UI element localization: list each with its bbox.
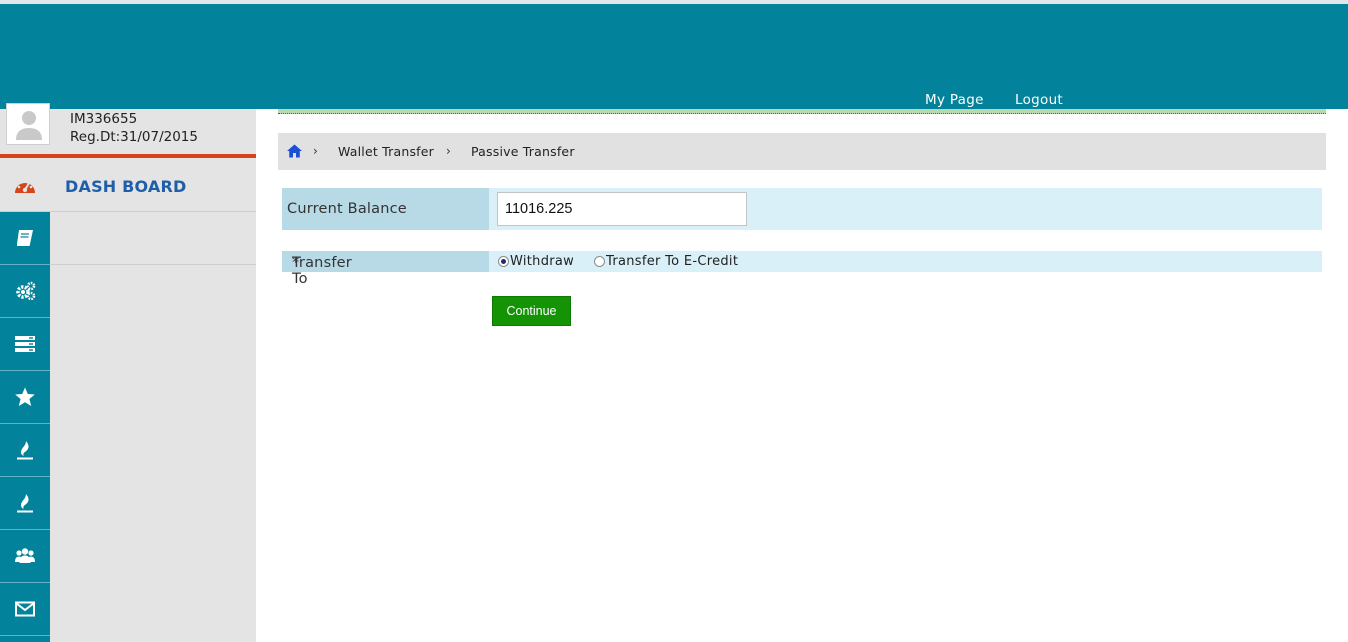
star-icon bbox=[15, 387, 35, 406]
top-header: My Page Logout bbox=[0, 4, 1348, 109]
sidebar-item-blank bbox=[50, 212, 256, 265]
transfer-to-label-text: Transfer To bbox=[292, 255, 352, 287]
dashboard-label: DASH BOARD bbox=[65, 177, 187, 196]
envelope-icon bbox=[15, 601, 35, 617]
withdraw-radio[interactable] bbox=[498, 256, 509, 267]
sidebar-item-fire-1[interactable] bbox=[0, 424, 50, 477]
withdraw-option-label[interactable]: Withdraw bbox=[510, 254, 574, 269]
current-balance-label-cell: Current Balance bbox=[282, 188, 489, 230]
breadcrumb-passive-transfer: Passive Transfer bbox=[471, 144, 575, 159]
required-asterisk: * bbox=[292, 255, 300, 271]
user-id: IM336655 bbox=[70, 111, 138, 127]
breadcrumb-wallet-transfer[interactable]: Wallet Transfer bbox=[338, 144, 434, 159]
current-balance-row: Current Balance bbox=[282, 188, 1322, 230]
transfer-to-row: Transfer To * Withdraw Transfer To E-Cred… bbox=[282, 251, 1322, 287]
sidebar: IM336655 Reg.Dt:31/07/2015 DASH BOARD bbox=[0, 103, 256, 642]
breadcrumb-separator: › bbox=[446, 144, 451, 158]
sidebar-item-settings[interactable] bbox=[0, 265, 50, 318]
sidebar-item-book[interactable] bbox=[0, 212, 50, 265]
current-balance-label: Current Balance bbox=[287, 201, 407, 217]
sidebar-item-star[interactable] bbox=[0, 371, 50, 424]
sidebar-item-fire-2[interactable] bbox=[0, 477, 50, 530]
user-info: IM336655 Reg.Dt:31/07/2015 bbox=[0, 103, 256, 154]
breadcrumb: › Wallet Transfer › Passive Transfer bbox=[278, 133, 1326, 170]
gears-icon bbox=[16, 281, 36, 301]
current-balance-field[interactable] bbox=[497, 192, 747, 226]
transfer-to-label-cell: Transfer To * bbox=[282, 251, 489, 287]
book-icon bbox=[17, 230, 33, 246]
sidebar-item-dashboard[interactable]: DASH BOARD bbox=[0, 158, 256, 212]
sidebar-item-users[interactable] bbox=[0, 530, 50, 583]
dashboard-icon bbox=[15, 179, 35, 193]
my-page-link[interactable]: My Page bbox=[925, 92, 984, 108]
sidebar-item-server[interactable] bbox=[0, 318, 50, 371]
sidebar-icon-column bbox=[0, 212, 50, 642]
avatar bbox=[6, 103, 50, 145]
continue-button[interactable]: Continue bbox=[492, 296, 571, 326]
transfer-e-credit-option-label[interactable]: Transfer To E-Credit bbox=[606, 254, 738, 269]
home-icon[interactable] bbox=[287, 144, 302, 158]
logout-link[interactable]: Logout bbox=[1015, 92, 1063, 108]
header-underline bbox=[278, 109, 1326, 114]
user-icon bbox=[16, 111, 42, 140]
fire-icon bbox=[17, 441, 33, 460]
sidebar-item-mail[interactable] bbox=[0, 583, 50, 636]
users-icon bbox=[15, 548, 35, 563]
registration-date: Reg.Dt:31/07/2015 bbox=[70, 129, 198, 145]
transfer-e-credit-radio[interactable] bbox=[594, 256, 605, 267]
server-icon bbox=[15, 336, 35, 352]
breadcrumb-separator: › bbox=[313, 144, 318, 158]
fire-icon bbox=[17, 494, 33, 513]
